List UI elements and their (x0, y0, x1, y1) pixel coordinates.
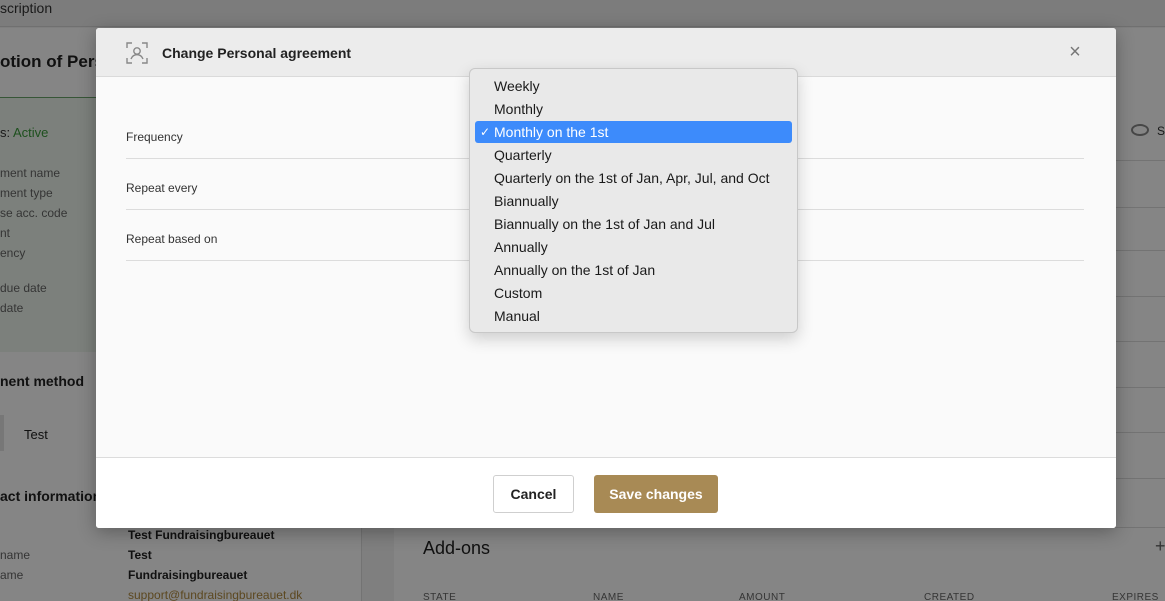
frequency-option-label: Monthly (494, 101, 544, 117)
frequency-option[interactable]: Weekly (475, 75, 792, 97)
frequency-option-label: Custom (494, 285, 543, 301)
frequency-option[interactable]: Quarterly (475, 144, 792, 166)
frequency-option-label: Weekly (494, 78, 540, 94)
frequency-option-label: Manual (494, 308, 540, 324)
frequency-option[interactable]: Biannually (475, 190, 792, 212)
close-icon[interactable]: × (1066, 41, 1084, 63)
frequency-option[interactable]: Quarterly on the 1st of Jan, Apr, Jul, a… (475, 167, 792, 189)
repeat-based-on-label: Repeat based on (126, 232, 218, 246)
frequency-option-label: Monthly on the 1st (494, 124, 609, 140)
frequency-option-label: Biannually (494, 193, 559, 209)
modal-footer: Cancel Save changes (96, 457, 1116, 528)
cancel-button[interactable]: Cancel (493, 475, 574, 513)
frequency-option-label: Quarterly on the 1st of Jan, Apr, Jul, a… (494, 170, 770, 186)
frequency-option[interactable]: Manual (475, 305, 792, 327)
frequency-option[interactable]: Monthly (475, 98, 792, 120)
frequency-option[interactable]: Custom (475, 282, 792, 304)
frequency-dropdown-menu: Weekly Monthly ✓ Monthly on the 1st Quart… (469, 68, 798, 333)
frequency-option[interactable]: Annually (475, 236, 792, 258)
frequency-option-label: Annually on the 1st of Jan (494, 262, 656, 278)
frequency-option-label: Quarterly (494, 147, 552, 163)
modal-title: Change Personal agreement (162, 45, 352, 61)
frequency-option-selected[interactable]: ✓ Monthly on the 1st (475, 121, 792, 143)
frequency-option-label: Biannually on the 1st of Jan and Jul (494, 216, 716, 232)
frequency-option[interactable]: Biannually on the 1st of Jan and Jul (475, 213, 792, 235)
person-frame-icon (126, 42, 148, 64)
checkmark-icon: ✓ (480, 125, 491, 139)
save-changes-button[interactable]: Save changes (594, 475, 718, 513)
frequency-label: Frequency (126, 130, 183, 144)
repeat-every-label: Repeat every (126, 181, 198, 195)
frequency-option[interactable]: Annually on the 1st of Jan (475, 259, 792, 281)
frequency-option-label: Annually (494, 239, 548, 255)
